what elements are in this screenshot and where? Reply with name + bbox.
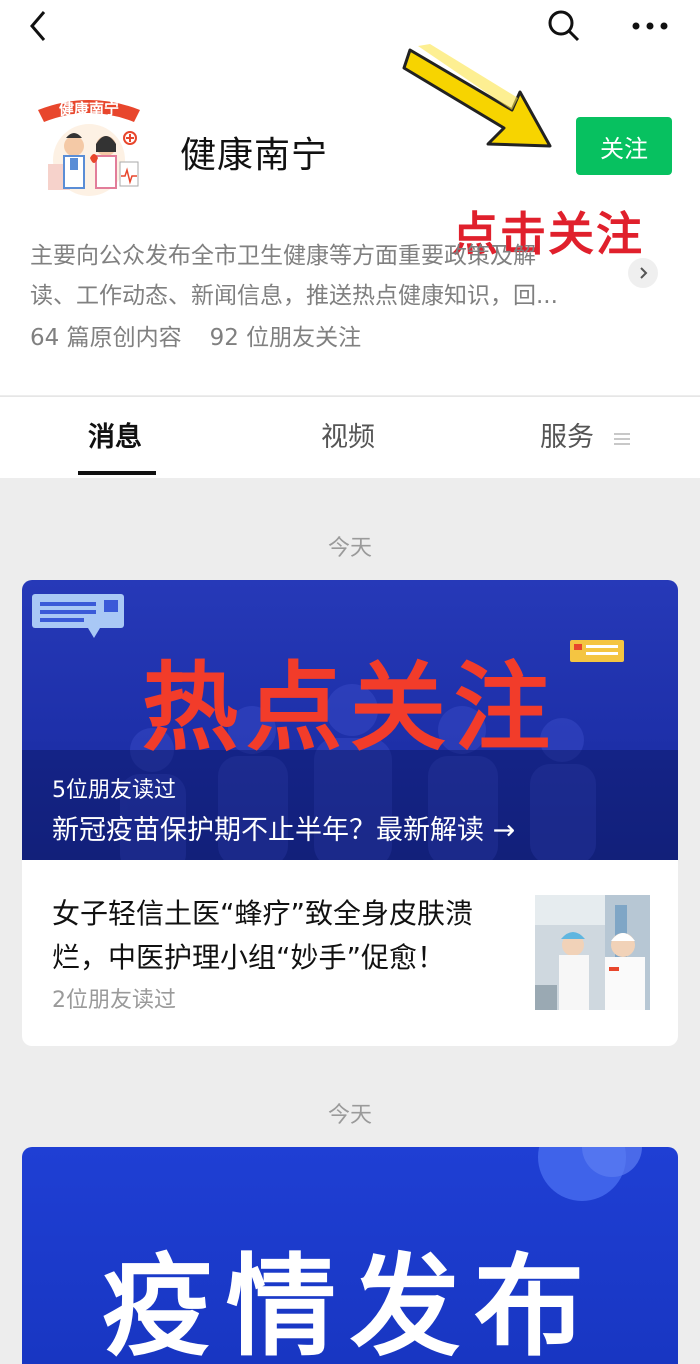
article-headline: 新冠疫苗保护期不止半年？最新解读 → <box>52 815 516 846</box>
active-tab-indicator <box>78 471 156 475</box>
banner-title: 热点关注 <box>142 652 558 764</box>
date-label: 今天 <box>327 1103 372 1128</box>
back-icon[interactable] <box>22 8 58 44</box>
more-icon[interactable] <box>628 8 672 44</box>
account-name: 健康南宁 <box>180 135 329 176</box>
account-header: 健康南宁 健康南宁 关注 点击关注 主要向公众发布全市卫生健康等方面重要政策及解… <box>0 0 700 395</box>
article-card: 热点关注 5位朋友读过 新冠疫苗保护期不止半年？最新解读 → 女子轻信土医“蜂疗… <box>22 580 678 1046</box>
search-icon[interactable] <box>545 8 581 44</box>
date-label: 今天 <box>327 536 372 561</box>
follow-button[interactable]: 关注 <box>576 117 672 175</box>
arrow-annotation <box>400 40 560 160</box>
account-description: 主要向公众发布全市卫生健康等方面重要政策及解 读、工作动态、新闻信息，推送热点健… <box>30 236 624 316</box>
chevron-right-icon[interactable] <box>628 258 658 288</box>
article-thumbnail <box>535 895 650 1010</box>
friends-read: 5位朋友读过 <box>52 778 176 803</box>
tab-services-label: 服务 <box>540 422 594 453</box>
account-logo: 健康南宁 <box>30 88 148 200</box>
tab-services[interactable]: 服务 <box>540 415 631 454</box>
article-banner[interactable]: 热点关注 5位朋友读过 新冠疫苗保护期不止半年？最新解读 → <box>22 580 678 860</box>
article-list-item[interactable]: 女子轻信土医“蜂疗”致全身皮肤溃烂，中医护理小组“妙手”促愈！ 2位朋友读过 <box>22 860 678 1046</box>
description-line: 主要向公众发布全市卫生健康等方面重要政策及解 <box>30 243 536 269</box>
banner-title: 疫情发布 <box>102 1243 598 1364</box>
menu-icon <box>613 423 631 454</box>
tab-bar: 消息 视频 服务 <box>0 396 700 478</box>
account-stats: 64 篇原创内容 92 位朋友关注 <box>30 318 361 352</box>
svg-text:健康南宁: 健康南宁 <box>59 100 119 118</box>
article-title: 女子轻信土医“蜂疗”致全身皮肤溃烂，中医护理小组“妙手”促愈！ <box>52 897 474 974</box>
friends-following: 92 位朋友关注 <box>209 325 362 351</box>
tab-videos[interactable]: 视频 <box>321 415 375 454</box>
tab-messages[interactable]: 消息 <box>88 415 142 454</box>
description-line: 读、工作动态、新闻信息，推送热点健康知识，回... <box>30 283 558 309</box>
friends-read: 2位朋友读过 <box>52 988 176 1013</box>
article-banner[interactable]: 疫情发布 <box>22 1147 678 1364</box>
original-count: 64 篇原创内容 <box>30 325 182 351</box>
